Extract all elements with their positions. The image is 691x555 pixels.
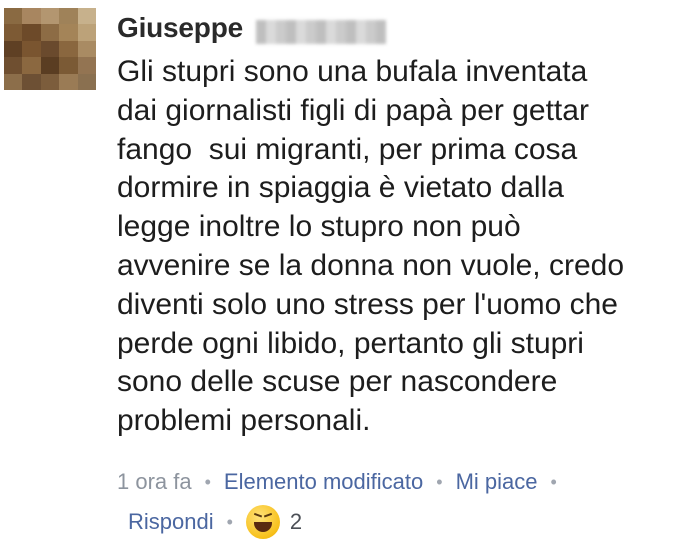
comment-text: Gli stupri sono una bufala inventata dai … <box>117 53 687 441</box>
haha-reaction-icon[interactable] <box>245 505 280 539</box>
separator-dot: • <box>226 511 233 532</box>
comment-actions: Rispondi • 2 <box>128 505 302 539</box>
reply-link[interactable]: Rispondi <box>128 509 214 535</box>
author-name[interactable]: Giuseppe <box>117 12 243 44</box>
comment-line: perde ogni libido, pertanto gli stupri <box>117 326 584 360</box>
like-link[interactable]: Mi piace <box>456 469 538 495</box>
comment-line: fango sui migranti, per prima cosa <box>117 132 578 166</box>
separator-dot: • <box>550 471 557 492</box>
comment-line: Gli stupri sono una bufala inventata <box>117 55 588 88</box>
comment-line: dai giornalisti figli di papà per gettar <box>117 93 589 127</box>
comment-line: problemi personali. <box>117 404 371 438</box>
timestamp[interactable]: 1 ora fa <box>117 469 192 495</box>
comment-meta: 1 ora fa • Elemento modificato • Mi piac… <box>117 469 570 495</box>
avatar[interactable] <box>4 8 96 90</box>
separator-dot: • <box>204 471 211 492</box>
comment-line: dormire in spiaggia è vietato dalla <box>117 171 564 205</box>
reaction-count[interactable]: 2 <box>290 509 302 535</box>
blurred-surname <box>256 20 386 44</box>
comment-line: avvenire se la donna non vuole, credo <box>117 248 625 282</box>
separator-dot: • <box>436 471 443 492</box>
comment-line: legge inoltre lo stupro non può <box>117 210 521 244</box>
comment-line: diventi solo uno stress per l'uomo che <box>117 287 618 321</box>
comment-line: sono delle scuse per nascondere <box>117 365 558 399</box>
edited-label[interactable]: Elemento modificato <box>224 469 423 495</box>
